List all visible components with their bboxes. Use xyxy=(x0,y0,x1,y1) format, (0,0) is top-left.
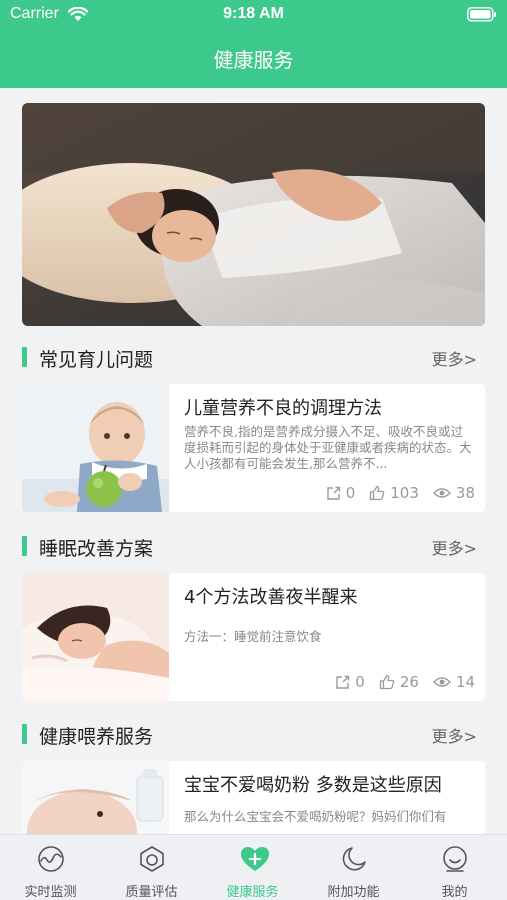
tab-profile[interactable]: 我的 xyxy=(404,835,505,900)
section-title: 睡眠改善方案 xyxy=(39,538,154,560)
like-stat[interactable]: 103 xyxy=(369,484,419,502)
share-icon xyxy=(327,486,340,500)
tab-realtime-monitoring[interactable]: 实时监测 xyxy=(0,835,101,900)
share-stat[interactable]: 0 xyxy=(335,673,365,691)
thumbs-up-icon xyxy=(370,485,385,501)
sleeping-woman-thumbnail xyxy=(22,573,169,701)
hexagon-circle-icon xyxy=(140,846,164,872)
eye-icon xyxy=(432,677,451,687)
tab-label: 我的 xyxy=(441,885,468,900)
banner-image[interactable] xyxy=(22,103,485,326)
moon-icon xyxy=(342,847,366,871)
status-bar: Carrier 9:18 AM xyxy=(0,0,507,30)
article-title: 4个方法改善夜半醒来 xyxy=(184,587,358,608)
monitor-wave-icon xyxy=(38,846,64,872)
sleeping-woman-illustration xyxy=(22,103,485,326)
tab-quality-assessment[interactable]: 质量评估 xyxy=(101,835,202,900)
section-accent-bar xyxy=(22,536,27,556)
tab-label: 质量评估 xyxy=(125,885,178,900)
more-link[interactable]: 更多> xyxy=(432,723,477,747)
more-link[interactable]: 更多> xyxy=(432,535,477,559)
article-card[interactable]: 宝宝不爱喝奶粉 多数是这些原因 那么为什么宝宝会不爱喝奶粉呢？妈妈们你们有 xyxy=(22,761,485,834)
battery-icon xyxy=(467,7,496,22)
tab-label: 附加功能 xyxy=(327,885,380,900)
baby-apple-thumbnail xyxy=(22,384,169,512)
tab-label: 健康服务 xyxy=(226,885,279,900)
section-accent-bar xyxy=(22,724,27,744)
section-header-sleep: 睡眠改善方案 更多> xyxy=(22,533,485,560)
section-title: 健康喂养服务 xyxy=(39,726,154,748)
article-title: 宝宝不爱喝奶粉 多数是这些原因 xyxy=(184,775,442,796)
view-stat: 14 xyxy=(432,673,475,691)
tab-bar: 实时监测 质量评估 健康服务 附加功能 我的 xyxy=(0,834,507,900)
more-link[interactable]: 更多> xyxy=(432,346,477,370)
like-count: 26 xyxy=(399,673,419,691)
section-accent-bar xyxy=(22,347,27,367)
article-summary: 方法一：睡觉前注意饮食 xyxy=(184,629,322,644)
share-icon xyxy=(336,675,350,689)
main-content[interactable]: 常见育儿问题 更多> 儿童营养不良的调理方法 营养不良,指的是营养成分摄入不足、… xyxy=(0,88,507,834)
article-summary: 营养不良,指的是营养成分摄入不足、吸收不良或过度损耗而引起的身体处于亚健康或者疾… xyxy=(184,424,472,471)
view-stat: 38 xyxy=(432,484,475,502)
view-count: 38 xyxy=(455,484,475,502)
article-stats: 0 26 14 xyxy=(335,673,475,691)
article-summary: 那么为什么宝宝会不爱喝奶粉呢？妈妈们你们有 xyxy=(184,809,447,824)
article-stats: 0 103 38 xyxy=(326,484,475,502)
app-header: Carrier 9:18 AM 健康服务 xyxy=(0,0,507,88)
tab-health-services[interactable]: 健康服务 xyxy=(202,835,303,900)
share-count: 0 xyxy=(355,673,365,691)
section-header-parenting: 常见育儿问题 更多> xyxy=(22,344,485,371)
heart-plus-icon xyxy=(240,847,270,871)
section-title: 常见育儿问题 xyxy=(39,349,154,371)
baby-bottle-thumbnail xyxy=(22,761,169,834)
article-title: 儿童营养不良的调理方法 xyxy=(184,398,382,419)
article-card[interactable]: 儿童营养不良的调理方法 营养不良,指的是营养成分摄入不足、吸收不良或过度损耗而引… xyxy=(22,384,485,512)
share-count: 0 xyxy=(345,484,356,502)
tab-label: 实时监测 xyxy=(24,885,77,900)
view-count: 14 xyxy=(455,673,475,691)
like-count: 103 xyxy=(390,484,419,502)
thumbs-up-icon xyxy=(379,674,395,690)
eye-icon xyxy=(432,488,451,498)
tab-extra-features[interactable]: 附加功能 xyxy=(303,835,404,900)
share-stat[interactable]: 0 xyxy=(326,484,356,502)
article-card[interactable]: 4个方法改善夜半醒来 方法一：睡觉前注意饮食 0 26 14 xyxy=(22,573,485,701)
like-stat[interactable]: 26 xyxy=(379,673,419,691)
clock: 9:18 AM xyxy=(223,5,284,22)
section-header-feeding: 健康喂养服务 更多> xyxy=(22,721,485,748)
smiley-profile-icon xyxy=(443,846,467,872)
page-title: 健康服务 xyxy=(213,48,294,72)
